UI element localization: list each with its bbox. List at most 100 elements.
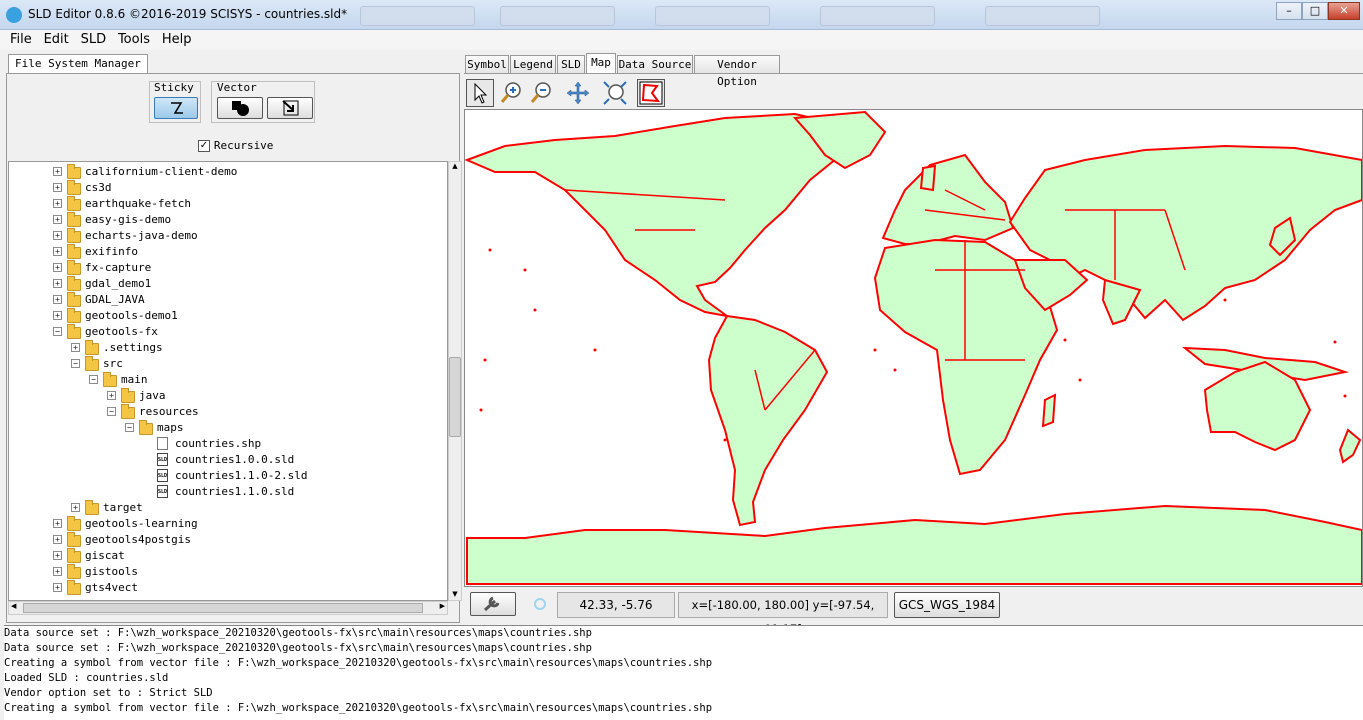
scroll-thumb-horizontal[interactable] [23,603,423,613]
tree-row[interactable]: − main [9,372,447,388]
expand-icon[interactable]: + [53,231,62,240]
pan-button[interactable] [564,79,592,107]
menu-edit[interactable]: Edit [40,30,73,49]
expand-icon[interactable]: + [53,183,62,192]
scroll-left-icon[interactable]: ◀ [11,602,16,610]
tree-row[interactable]: + fx-capture [9,260,447,276]
tab-data-source[interactable]: Data Source [617,55,693,74]
expand-icon[interactable]: + [53,263,62,272]
map-canvas[interactable] [464,109,1363,587]
vector-import-button[interactable] [267,97,313,119]
expand-icon[interactable]: + [71,343,80,352]
crs-button[interactable]: GCS_WGS_1984 [894,592,1000,618]
tree-item-label: countries1.0.0.sld [175,453,295,466]
vector-new-button[interactable] [217,97,263,119]
tab-sld[interactable]: SLD [557,55,585,74]
sticky-toggle-button[interactable] [154,97,198,119]
tab-legend[interactable]: Legend [510,55,556,74]
tree-row[interactable]: − src [9,356,447,372]
tab-symbol[interactable]: Symbol [465,55,509,74]
menu-tools[interactable]: Tools [114,30,154,49]
tree-row[interactable]: + target [9,500,447,516]
expand-icon[interactable]: + [53,311,62,320]
expand-icon[interactable]: + [53,535,62,544]
tree-row[interactable]: SLD countries1.1.0.sld [9,484,447,500]
expand-icon[interactable]: + [107,391,116,400]
tree-row[interactable]: + gdal_demo1 [9,276,447,292]
tree-row[interactable]: SLD countries1.0.0.sld [9,452,447,468]
world-map[interactable] [464,110,1363,586]
island-marker [1343,394,1347,398]
collapse-icon[interactable]: − [89,375,98,384]
close-button[interactable]: ✕ [1328,2,1360,20]
tab-map[interactable]: Map [586,53,616,74]
expand-icon[interactable]: + [53,247,62,256]
tree-row[interactable]: − geotools-fx [9,324,447,340]
tree-row[interactable]: + gistools [9,564,447,580]
expand-icon[interactable]: + [53,295,62,304]
background-window-tab[interactable] [500,6,615,26]
menu-help[interactable]: Help [158,30,196,49]
recursive-checkbox-row[interactable]: ✓ Recursive [198,138,273,152]
folder-icon [67,228,81,243]
tree-row[interactable]: + giscat [9,548,447,564]
zoom-extent-button[interactable] [601,79,629,107]
tree-row[interactable]: + .settings [9,340,447,356]
expand-icon[interactable]: + [53,167,62,176]
scroll-down-icon[interactable]: ▼ [450,590,460,600]
tree-row[interactable]: countries.shp [9,436,447,452]
expand-icon[interactable]: + [71,503,80,512]
zoom-in-button[interactable] [497,79,525,107]
tree-row[interactable]: + earthquake-fetch [9,196,447,212]
expand-icon[interactable]: + [53,551,62,560]
expand-icon[interactable]: + [53,279,62,288]
collapse-icon[interactable]: − [125,423,134,432]
tree-row[interactable]: + java [9,388,447,404]
menu-file[interactable]: File [6,30,36,49]
minimize-button[interactable]: – [1276,2,1302,20]
tab-vendor-option[interactable]: Vendor Option [694,55,780,88]
recursive-checkbox[interactable]: ✓ [198,139,210,152]
scroll-up-icon[interactable]: ▲ [450,162,460,172]
select-tool-button[interactable] [466,79,494,107]
tree-row[interactable]: + geotools4postgis [9,532,447,548]
tab-file-system-manager[interactable]: File System Manager [8,54,148,73]
collapse-icon[interactable]: − [53,327,62,336]
expand-icon[interactable]: + [53,519,62,528]
maximize-button[interactable]: □ [1302,2,1328,20]
expand-icon[interactable]: + [53,199,62,208]
tree-vertical-scrollbar[interactable]: ▲ ▼ [448,161,462,601]
tree-row[interactable]: + easy-gis-demo [9,212,447,228]
tree-row[interactable]: + californium-client-demo [9,164,447,180]
zoom-out-button[interactable] [527,79,555,107]
menu-sld[interactable]: SLD [77,30,111,49]
tree-row[interactable]: + echarts-java-demo [9,228,447,244]
background-window-tab[interactable] [360,6,475,26]
expand-icon[interactable]: + [53,583,62,592]
folder-icon [67,292,81,307]
tree-row[interactable]: SLD countries1.1.0-2.sld [9,468,447,484]
expand-icon[interactable]: + [53,567,62,576]
tree-row[interactable]: + gts4vect [9,580,447,596]
scroll-thumb[interactable] [449,357,461,437]
tree-row[interactable]: + GDAL_JAVA [9,292,447,308]
show-layer-button[interactable] [637,79,665,107]
expand-icon[interactable]: + [53,215,62,224]
background-window-tab[interactable] [655,6,770,26]
tree-row[interactable]: − resources [9,404,447,420]
tree-row[interactable]: + cs3d [9,180,447,196]
scroll-right-icon[interactable]: ▶ [440,602,445,610]
tree-row[interactable]: + geotools-demo1 [9,308,447,324]
collapse-icon[interactable]: − [71,359,80,368]
console-line: Creating a symbol from vector file : F:\… [4,657,713,669]
tree-horizontal-scrollbar[interactable]: ◀ ▶ [8,601,448,615]
tree-row[interactable]: + exifinfo [9,244,447,260]
tree-row[interactable]: − maps [9,420,447,436]
country-polygon-new-zealand [1338,428,1362,464]
collapse-icon[interactable]: − [107,407,116,416]
background-window-tab[interactable] [820,6,935,26]
file-tree[interactable]: + californium-client-demo + cs3d + earthquake… [8,161,448,601]
map-settings-button[interactable] [470,592,516,616]
background-window-tab[interactable] [985,6,1100,26]
tree-row[interactable]: + geotools-learning [9,516,447,532]
